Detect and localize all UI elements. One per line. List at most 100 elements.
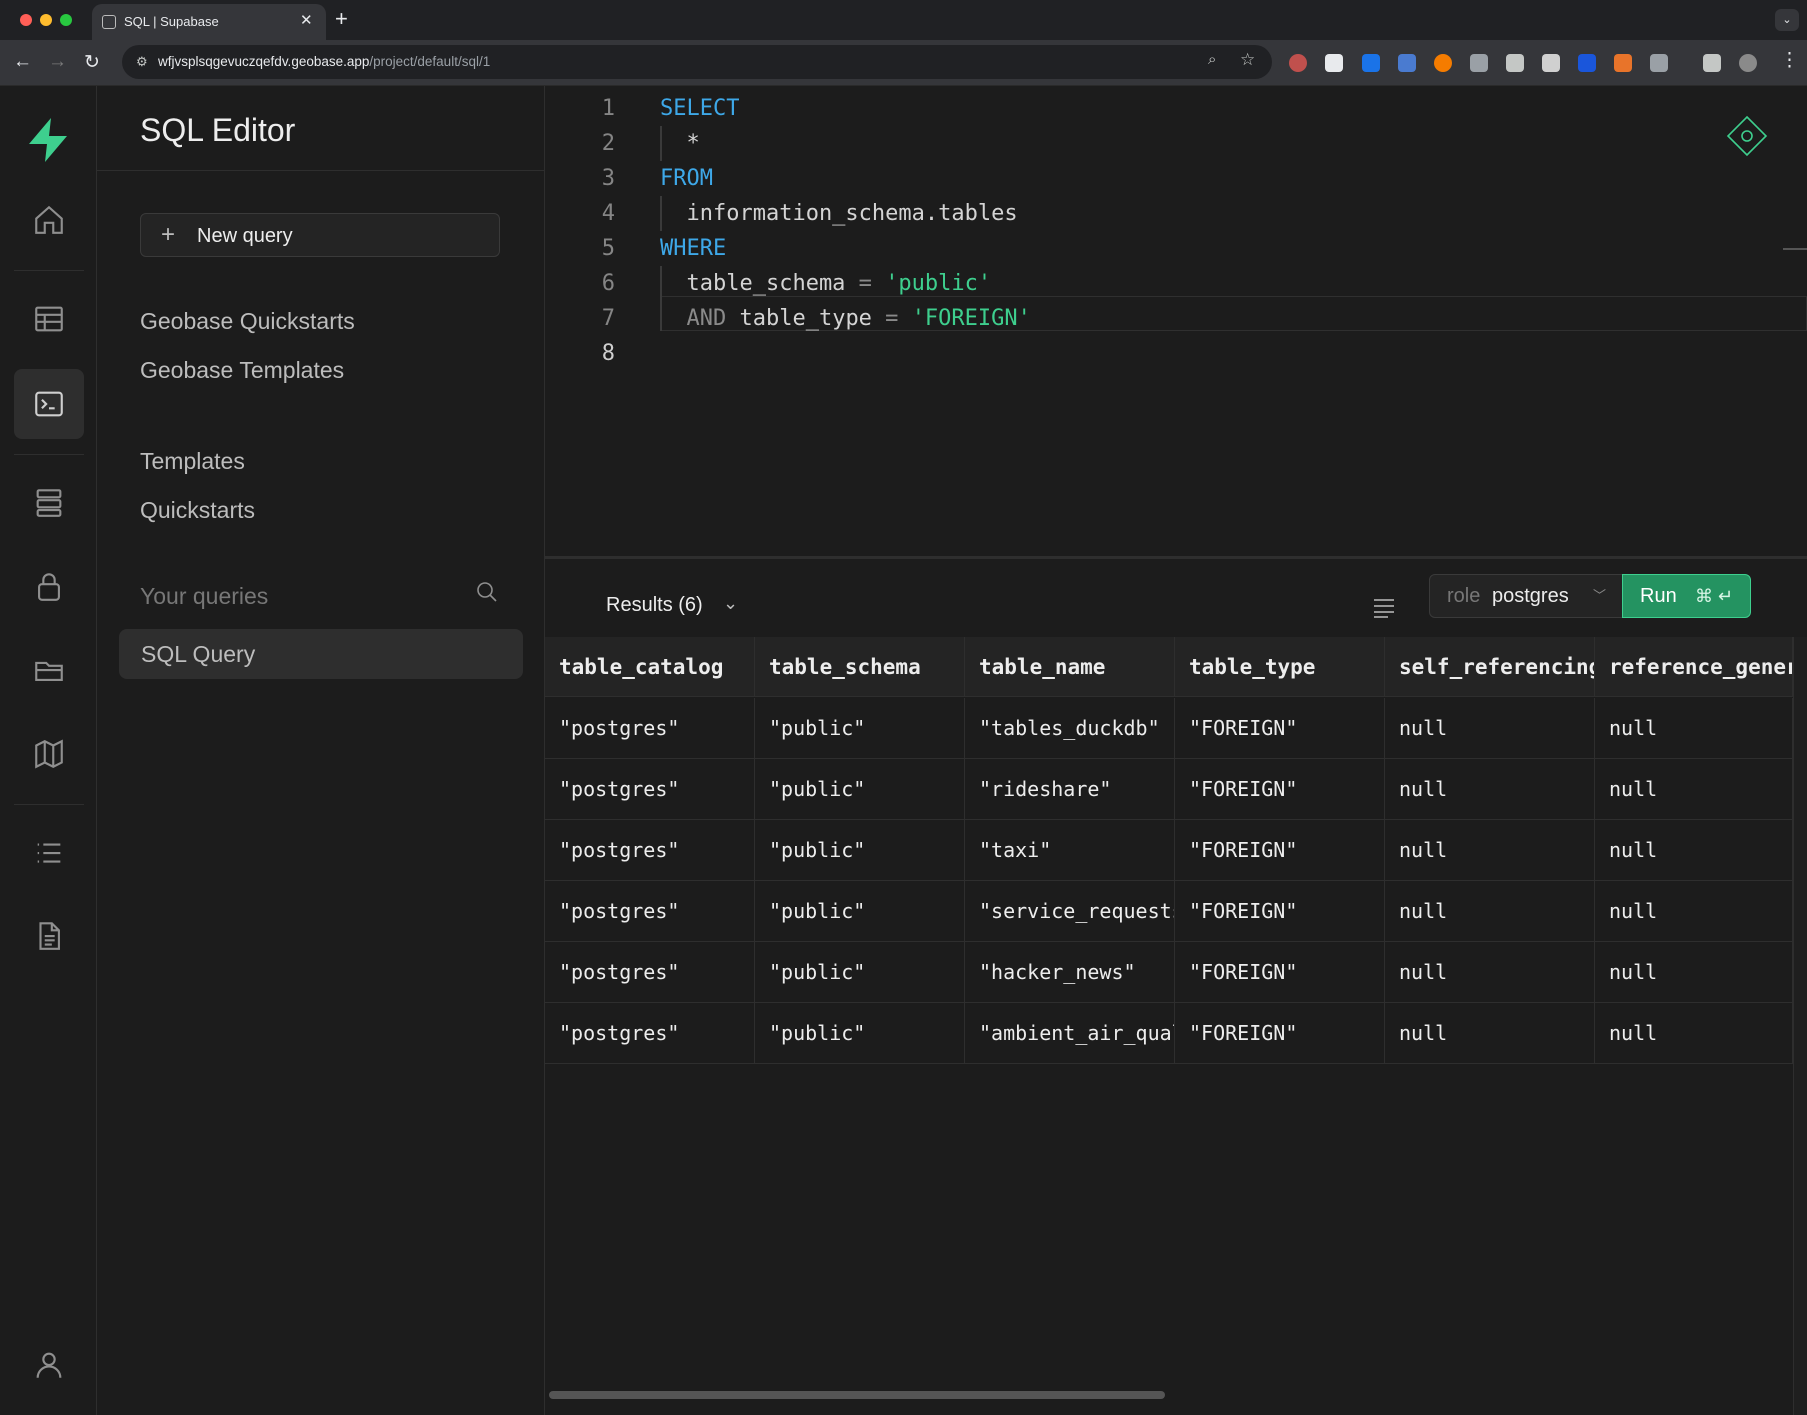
sidebar-item-geobase-templates[interactable]: Geobase Templates xyxy=(140,357,344,384)
new-query-button[interactable]: + New query xyxy=(140,213,500,257)
forward-icon[interactable]: → xyxy=(48,51,67,73)
table-cell[interactable]: "postgres" xyxy=(545,1003,755,1063)
table-cell[interactable]: null xyxy=(1595,942,1793,1002)
table-cell[interactable]: null xyxy=(1385,942,1595,1002)
table-cell[interactable]: "FOREIGN" xyxy=(1175,698,1385,758)
table-row[interactable]: "postgres" "public" "service_requests" "FOR… xyxy=(545,881,1793,942)
code-line[interactable]: 4 information_schema.tables xyxy=(545,196,1807,231)
column-header[interactable]: table_type xyxy=(1175,637,1385,696)
search-icon[interactable] xyxy=(475,580,499,604)
column-header[interactable]: table_name xyxy=(965,637,1175,696)
code-line[interactable]: 2 * xyxy=(545,126,1807,161)
database-icon[interactable] xyxy=(14,468,84,538)
sidebar-item-geobase-quickstarts[interactable]: Geobase Quickstarts xyxy=(140,308,355,335)
address-bar[interactable]: ⚙ wfjvsplsqgevuczqefdv.geobase.app/proje… xyxy=(122,45,1272,79)
vertical-scrollbar-track[interactable] xyxy=(1793,637,1807,1415)
close-window-button[interactable] xyxy=(20,14,32,26)
table-cell[interactable]: "tables_duckdb" xyxy=(965,698,1175,758)
map-icon[interactable] xyxy=(14,719,84,789)
table-cell[interactable]: "taxi" xyxy=(965,820,1175,880)
account-icon[interactable] xyxy=(14,1330,84,1400)
extension-icon[interactable] xyxy=(1578,54,1596,72)
table-cell[interactable]: "FOREIGN" xyxy=(1175,881,1385,941)
extension-icon[interactable] xyxy=(1289,54,1307,72)
zoom-icon[interactable]: ⌕ xyxy=(1208,51,1216,68)
browser-menu-icon[interactable]: ⋮ xyxy=(1780,49,1799,72)
table-cell[interactable]: "postgres" xyxy=(545,698,755,758)
extension-icon[interactable] xyxy=(1362,54,1380,72)
sidebar-item-templates[interactable]: Templates xyxy=(140,448,245,475)
table-row[interactable]: "postgres" "public" "tables_duckdb" "FOREIG… xyxy=(545,698,1793,759)
profile-avatar[interactable] xyxy=(1739,54,1757,72)
code-line[interactable]: 7 AND table_type = 'FOREIGN' xyxy=(545,301,1807,336)
bookmark-star-icon[interactable]: ☆ xyxy=(1240,50,1255,70)
table-cell[interactable]: null xyxy=(1385,820,1595,880)
extension-icon[interactable] xyxy=(1470,54,1488,72)
back-icon[interactable]: ← xyxy=(13,51,32,73)
docs-icon[interactable] xyxy=(14,901,84,971)
horizontal-scrollbar[interactable] xyxy=(549,1391,1165,1399)
table-cell[interactable]: null xyxy=(1595,759,1793,819)
sql-editor-icon[interactable] xyxy=(14,369,84,439)
extension-icon[interactable] xyxy=(1325,54,1343,72)
column-header[interactable]: table_schema xyxy=(755,637,965,696)
minimize-window-button[interactable] xyxy=(40,14,52,26)
table-cell[interactable]: "postgres" xyxy=(545,820,755,880)
tab-search-icon[interactable]: ⌄ xyxy=(1775,9,1799,31)
table-row[interactable]: "postgres" "public" "rideshare" "FOREIGN" nu… xyxy=(545,759,1793,820)
format-query-icon[interactable] xyxy=(1372,597,1396,619)
extension-icon[interactable] xyxy=(1542,54,1560,72)
table-cell[interactable]: "public" xyxy=(755,759,965,819)
table-cell[interactable]: null xyxy=(1385,759,1595,819)
table-cell[interactable]: "FOREIGN" xyxy=(1175,1003,1385,1063)
extensions-puzzle-icon[interactable] xyxy=(1650,54,1668,72)
table-cell[interactable]: null xyxy=(1595,1003,1793,1063)
maximize-window-button[interactable] xyxy=(60,14,72,26)
table-row[interactable]: "postgres" "public" "hacker_news" "FOREIGN"… xyxy=(545,942,1793,1003)
table-cell[interactable]: "FOREIGN" xyxy=(1175,759,1385,819)
table-cell[interactable]: "FOREIGN" xyxy=(1175,820,1385,880)
column-header[interactable]: table_catalog xyxy=(545,637,755,696)
ai-assistant-icon[interactable] xyxy=(1725,114,1769,158)
column-header[interactable]: reference_generation xyxy=(1595,637,1793,696)
sidebar-item-quickstarts[interactable]: Quickstarts xyxy=(140,497,255,524)
table-editor-icon[interactable] xyxy=(14,284,84,354)
extension-icon[interactable] xyxy=(1398,54,1416,72)
table-row[interactable]: "postgres" "public" "taxi" "FOREIGN" null nul… xyxy=(545,820,1793,881)
table-cell[interactable]: null xyxy=(1385,1003,1595,1063)
browser-tab[interactable]: SQL | Supabase ✕ xyxy=(92,4,326,40)
table-cell[interactable]: "postgres" xyxy=(545,881,755,941)
code-editor[interactable]: 1 SELECT 2 * 3 FROM 4 information_schema.tabl… xyxy=(545,86,1807,556)
table-cell[interactable]: "public" xyxy=(755,820,965,880)
code-line[interactable]: 1 SELECT xyxy=(545,91,1807,126)
extension-icon[interactable] xyxy=(1434,54,1452,72)
table-cell[interactable]: "public" xyxy=(755,942,965,1002)
table-cell[interactable]: "hacker_news" xyxy=(965,942,1175,1002)
side-panel-icon[interactable] xyxy=(1703,54,1721,72)
table-cell[interactable]: "service_requests" xyxy=(965,881,1175,941)
table-cell[interactable]: null xyxy=(1595,820,1793,880)
table-cell[interactable]: null xyxy=(1385,698,1595,758)
code-line[interactable]: 8 xyxy=(545,336,1807,371)
extension-icon[interactable] xyxy=(1506,54,1524,72)
code-line[interactable]: 3 FROM xyxy=(545,161,1807,196)
code-line[interactable]: 6 table_schema = 'public' xyxy=(545,266,1807,301)
table-cell[interactable]: null xyxy=(1595,698,1793,758)
storage-icon[interactable] xyxy=(14,635,84,705)
table-cell[interactable]: "rideshare" xyxy=(965,759,1175,819)
table-cell[interactable]: "public" xyxy=(755,1003,965,1063)
list-item[interactable]: SQL Query xyxy=(119,629,523,679)
table-cell[interactable]: null xyxy=(1385,881,1595,941)
close-tab-icon[interactable]: ✕ xyxy=(300,11,313,29)
table-cell[interactable]: "public" xyxy=(755,698,965,758)
reload-icon[interactable]: ↻ xyxy=(84,51,100,74)
url-text[interactable]: wfjvsplsqgevuczqefdv.geobase.app/project… xyxy=(158,54,490,69)
role-select[interactable]: role postgres ﹀ xyxy=(1429,574,1623,618)
table-cell[interactable]: "FOREIGN" xyxy=(1175,942,1385,1002)
extension-icon[interactable] xyxy=(1614,54,1632,72)
new-tab-icon[interactable]: + xyxy=(335,6,348,32)
home-icon[interactable] xyxy=(14,185,84,255)
results-title[interactable]: Results (6) xyxy=(606,594,703,617)
table-cell[interactable]: "public" xyxy=(755,881,965,941)
supabase-logo-icon[interactable] xyxy=(25,116,71,164)
